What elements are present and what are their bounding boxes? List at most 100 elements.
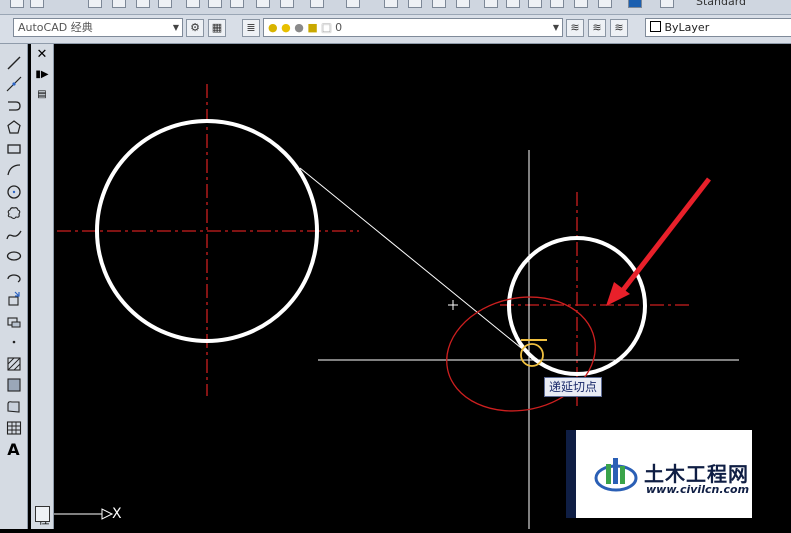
copy-icon[interactable] xyxy=(208,0,222,8)
menu-icon: ▤ xyxy=(37,88,47,100)
close-button[interactable]: ✕ xyxy=(31,44,53,64)
properties-menu-button[interactable]: ▤ xyxy=(31,84,53,104)
insert-block-icon xyxy=(7,291,20,306)
ucs-x-label: X xyxy=(112,506,122,522)
new-icon[interactable] xyxy=(10,0,24,8)
osnap-tooltip: 递延切点 xyxy=(544,377,603,397)
layer-state-button[interactable]: ≋ xyxy=(610,19,628,37)
polygon-icon xyxy=(6,120,21,134)
auto-hide-icon: ▮▶ xyxy=(35,68,49,80)
auto-hide-button[interactable]: ▮▶ xyxy=(31,64,53,84)
help-icon[interactable] xyxy=(628,0,642,8)
draw-toolbar: A xyxy=(0,44,28,529)
revcloud-tool[interactable] xyxy=(0,203,27,225)
watermark-logo-icon xyxy=(594,458,638,492)
rectangle-tool[interactable] xyxy=(0,138,27,160)
layer-make-current-button[interactable]: ≋ xyxy=(588,19,606,37)
point-tool[interactable] xyxy=(0,332,27,354)
sun-icon: ● xyxy=(281,21,291,34)
color-dropdown[interactable]: ByLayer xyxy=(645,18,791,37)
grid-icon: ▦ xyxy=(211,21,223,34)
ucs-arrow-x xyxy=(101,508,114,520)
mtext-tool[interactable]: A xyxy=(0,439,27,461)
workspace-layer-toolbar: AutoCAD 经典 ▼ ⚙ ▦ ≣ ● ● ● ■ □ 0 ▼ ≋ ≋ ≋ B… xyxy=(0,15,791,44)
mtext-icon: A xyxy=(7,440,20,460)
lock-icon: ■ xyxy=(307,21,318,34)
circle-tool[interactable] xyxy=(0,181,27,203)
hatch-tool[interactable] xyxy=(0,353,27,375)
insert-block-tool[interactable] xyxy=(0,289,27,311)
zoom-window-icon[interactable] xyxy=(432,0,446,8)
properties-icon[interactable] xyxy=(484,0,498,8)
color-value: ByLayer xyxy=(664,21,710,34)
text-style-label: Standard xyxy=(696,0,747,8)
layer-dropdown[interactable]: ● ● ● ■ □ 0 ▼ xyxy=(263,18,563,37)
table-tool[interactable] xyxy=(0,418,27,440)
preview-icon[interactable] xyxy=(112,0,126,8)
gradient-tool[interactable] xyxy=(0,375,27,397)
open-icon[interactable] xyxy=(30,0,44,8)
polyline-tool[interactable] xyxy=(0,95,27,117)
xline-tool[interactable] xyxy=(0,74,27,96)
tangent-line xyxy=(299,167,532,357)
cut-icon[interactable] xyxy=(186,0,200,8)
color-swatch-icon: □ xyxy=(321,21,332,34)
paste-icon[interactable] xyxy=(230,0,244,8)
workspace-value: AutoCAD 经典 xyxy=(18,21,93,34)
freeze-icon: ● xyxy=(294,21,304,34)
arc-icon xyxy=(6,164,20,176)
block-editor-icon[interactable] xyxy=(280,0,294,8)
region-tool[interactable] xyxy=(0,396,27,418)
design-center-icon[interactable] xyxy=(506,0,520,8)
line-tool[interactable] xyxy=(0,52,27,74)
region-icon xyxy=(6,400,20,413)
line-icon xyxy=(7,56,20,70)
layer-previous-icon: ≋ xyxy=(570,21,580,34)
spline-tool[interactable] xyxy=(0,224,27,246)
layer-value: 0 xyxy=(335,21,343,34)
text-style-icon[interactable] xyxy=(660,0,674,8)
watermark-url: www.civilcn.com xyxy=(646,483,750,496)
ellipse-tool[interactable] xyxy=(0,246,27,268)
make-block-tool[interactable] xyxy=(0,310,27,332)
color-swatch-icon xyxy=(650,21,661,32)
zoom-realtime-icon[interactable] xyxy=(408,0,422,8)
gear-icon: ⚙ xyxy=(190,21,200,34)
layer-state-icon: ≋ xyxy=(614,21,624,34)
markup-icon[interactable] xyxy=(574,0,588,8)
tool-palette-icon[interactable] xyxy=(528,0,542,8)
matchprop-icon[interactable] xyxy=(256,0,270,8)
ellipse-icon xyxy=(6,251,21,261)
polygon-tool[interactable] xyxy=(0,117,27,139)
xline-icon xyxy=(6,76,21,92)
sheet-set-icon[interactable] xyxy=(550,0,564,8)
undo-icon[interactable] xyxy=(310,0,324,8)
workspace-settings-button[interactable]: ⚙ xyxy=(186,19,204,37)
revcloud-icon xyxy=(7,207,20,220)
workspace-dropdown[interactable]: AutoCAD 经典 ▼ xyxy=(13,18,183,37)
pan-icon[interactable] xyxy=(384,0,398,8)
publish-icon[interactable] xyxy=(136,0,150,8)
lightbulb-icon: ● xyxy=(268,21,278,34)
workspace-lock-button[interactable]: ▦ xyxy=(208,19,226,37)
spline-icon xyxy=(5,230,22,239)
calculator-icon[interactable] xyxy=(598,0,612,8)
standard-toolbar: Standard xyxy=(0,0,791,15)
ellipse-arc-icon xyxy=(6,274,21,283)
zoom-previous-icon[interactable] xyxy=(456,0,470,8)
redo-icon[interactable] xyxy=(346,0,360,8)
layer-manager-button[interactable]: ≣ xyxy=(242,19,260,37)
3d-icon[interactable] xyxy=(158,0,172,8)
ellipse-arc-tool[interactable] xyxy=(0,267,27,289)
layers-icon: ≣ xyxy=(246,21,256,34)
gradient-icon xyxy=(6,378,21,392)
annotation-arrow-shaft xyxy=(618,177,711,296)
chevron-down-icon: ▼ xyxy=(172,23,179,32)
arc-tool[interactable] xyxy=(0,160,27,182)
layer-previous-button[interactable]: ≋ xyxy=(566,19,584,37)
properties-icon[interactable] xyxy=(35,506,50,522)
chevron-down-icon: ▼ xyxy=(552,23,559,32)
rectangle-icon xyxy=(6,144,21,154)
properties-panel: ✕ ▮▶ ▤ 特性 xyxy=(31,44,66,529)
print-icon[interactable] xyxy=(88,0,102,8)
